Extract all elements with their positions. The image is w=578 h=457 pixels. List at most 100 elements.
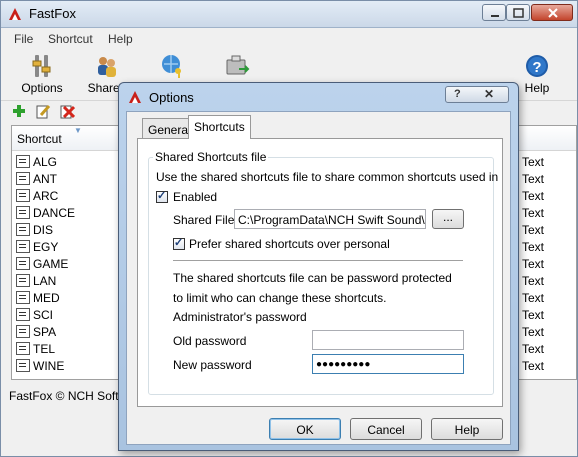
column-header-shortcut[interactable]: Shortcut bbox=[17, 132, 62, 146]
shortcut-name: EGY bbox=[33, 240, 59, 254]
ok-label: OK bbox=[296, 423, 314, 437]
dialog-help-label: Help bbox=[454, 423, 480, 437]
admin-password-label: Administrator's password bbox=[173, 310, 307, 324]
shortcut-type: Text bbox=[522, 206, 545, 220]
shortcut-type: Text bbox=[522, 291, 545, 305]
close-button[interactable] bbox=[531, 4, 573, 21]
shortcut-type: Text bbox=[522, 359, 545, 373]
shortcut-file-icon bbox=[16, 155, 30, 168]
shortcut-file-icon bbox=[16, 308, 30, 321]
help-icon: ? bbox=[526, 55, 548, 77]
shortcut-file-icon bbox=[16, 274, 30, 287]
shortcuts-tab-page: Shared Shortcuts file Use the shared sho… bbox=[137, 138, 503, 407]
description-text: Use the shared shortcuts file to share c… bbox=[156, 170, 499, 184]
shortcut-type: Text bbox=[522, 274, 545, 288]
shortcut-name: MED bbox=[33, 291, 60, 305]
shortcut-file-icon bbox=[16, 223, 30, 236]
cancel-label: Cancel bbox=[367, 423, 405, 437]
prefer-shared-checkbox[interactable] bbox=[173, 236, 185, 250]
shortcut-file-icon bbox=[16, 325, 30, 338]
shortcut-name: SCI bbox=[33, 308, 54, 322]
cancel-button[interactable]: Cancel bbox=[350, 418, 422, 440]
menu-file[interactable]: File bbox=[14, 32, 33, 46]
group-title: Shared Shortcuts file bbox=[153, 150, 269, 164]
browse-label: ... bbox=[442, 210, 453, 224]
shortcut-type: Text bbox=[522, 172, 545, 186]
shortcut-type: Text bbox=[522, 155, 545, 169]
shortcut-type: Text bbox=[522, 223, 545, 237]
shared-file-input[interactable]: C:\ProgramData\NCH Swift Sound\Fas bbox=[234, 209, 426, 229]
shortcut-name: TEL bbox=[33, 342, 56, 356]
shortcut-file-icon bbox=[16, 240, 30, 253]
export-icon bbox=[226, 55, 250, 75]
shortcut-type: Text bbox=[522, 325, 545, 339]
window-title: FastFox bbox=[29, 6, 76, 21]
shared-icon bbox=[98, 57, 116, 77]
shortcut-name: SPA bbox=[33, 325, 57, 339]
options-button[interactable]: Options bbox=[15, 50, 69, 98]
shortcut-name: LAN bbox=[33, 274, 57, 288]
dialog-help-button[interactable]: Help bbox=[431, 418, 503, 440]
shortcut-file-icon bbox=[16, 342, 30, 355]
help-question-icon[interactable]: ? bbox=[454, 88, 461, 100]
fastfox-logo-icon bbox=[9, 8, 21, 20]
enabled-checkbox[interactable] bbox=[156, 189, 168, 203]
fastfox-logo-icon bbox=[129, 91, 141, 103]
shortcut-name: GAME bbox=[33, 257, 69, 271]
shortcut-type: Text bbox=[522, 189, 545, 203]
password-note-1: The shared shortcuts file can be passwor… bbox=[173, 271, 452, 285]
shortcut-file-icon bbox=[16, 206, 30, 219]
new-password-value: ●●●●●●●●● bbox=[316, 359, 371, 370]
options-dialog: Options ? ✕ General Shortcuts Shared Sho… bbox=[118, 82, 519, 451]
maximize-button[interactable] bbox=[506, 4, 530, 21]
shortcut-file-icon bbox=[16, 189, 30, 202]
title-bar: FastFox bbox=[1, 1, 577, 28]
shortcut-name: ALG bbox=[33, 155, 58, 169]
shortcut-file-icon bbox=[16, 291, 30, 304]
edit-icon[interactable] bbox=[35, 103, 51, 119]
prefer-shared-label: Prefer shared shortcuts over personal bbox=[189, 237, 390, 251]
status-text: FastFox © NCH Softw bbox=[9, 389, 128, 403]
delete-icon[interactable] bbox=[59, 103, 76, 119]
shortcut-file-icon bbox=[16, 172, 30, 185]
old-password-label: Old password bbox=[173, 334, 247, 348]
dialog-body: General Shortcuts Shared Shortcuts file … bbox=[126, 111, 511, 445]
shared-shortcuts-group: Shared Shortcuts file Use the shared sho… bbox=[148, 150, 498, 395]
browse-button[interactable]: ... bbox=[432, 209, 464, 229]
dialog-close-icon[interactable]: ✕ bbox=[484, 87, 494, 101]
shortcut-file-icon bbox=[16, 257, 30, 270]
options-icon bbox=[32, 55, 51, 77]
new-password-label: New password bbox=[173, 358, 252, 372]
dialog-titlebar-buttons: ? ✕ bbox=[445, 86, 509, 103]
help-button[interactable]: ? Help bbox=[517, 50, 557, 98]
svg-text:?: ? bbox=[532, 59, 541, 76]
ok-button[interactable]: OK bbox=[269, 418, 341, 440]
shortcut-file-icon bbox=[16, 359, 30, 372]
dialog-title: Options bbox=[149, 90, 194, 105]
minimize-button[interactable] bbox=[482, 4, 506, 21]
enabled-label: Enabled bbox=[173, 190, 218, 204]
tab-shortcuts-label: Shortcuts bbox=[194, 120, 245, 134]
shared-file-label: Shared File bbox=[173, 213, 235, 227]
tab-general-label: General bbox=[148, 123, 191, 137]
sort-arrow-icon: ▼ bbox=[74, 126, 82, 135]
help-label: Help bbox=[524, 81, 550, 95]
menu-shortcut[interactable]: Shortcut bbox=[48, 32, 93, 46]
new-password-input[interactable]: ●●●●●●●●● bbox=[312, 354, 464, 374]
menu-help[interactable]: Help bbox=[108, 32, 133, 46]
shortcut-name: WINE bbox=[33, 359, 65, 373]
menu-bar: File Shortcut Help bbox=[1, 28, 577, 50]
shortcut-name: DANCE bbox=[33, 206, 76, 220]
password-note-2: to limit who can change these shortcuts. bbox=[173, 291, 387, 305]
old-password-input[interactable] bbox=[312, 330, 464, 350]
shortcut-type: Text bbox=[522, 240, 545, 254]
tab-shortcuts[interactable]: Shortcuts bbox=[188, 115, 251, 139]
shared-file-value: C:\ProgramData\NCH Swift Sound\Fas bbox=[238, 213, 426, 227]
shortcut-type: Text bbox=[522, 308, 545, 322]
shortcut-type: Text bbox=[522, 257, 545, 271]
shortcut-name: DIS bbox=[33, 223, 54, 237]
shortcut-type: Text bbox=[522, 342, 545, 356]
add-icon[interactable] bbox=[11, 103, 27, 119]
shortcut-name: ARC bbox=[33, 189, 59, 203]
shortcut-name: ANT bbox=[33, 172, 57, 186]
